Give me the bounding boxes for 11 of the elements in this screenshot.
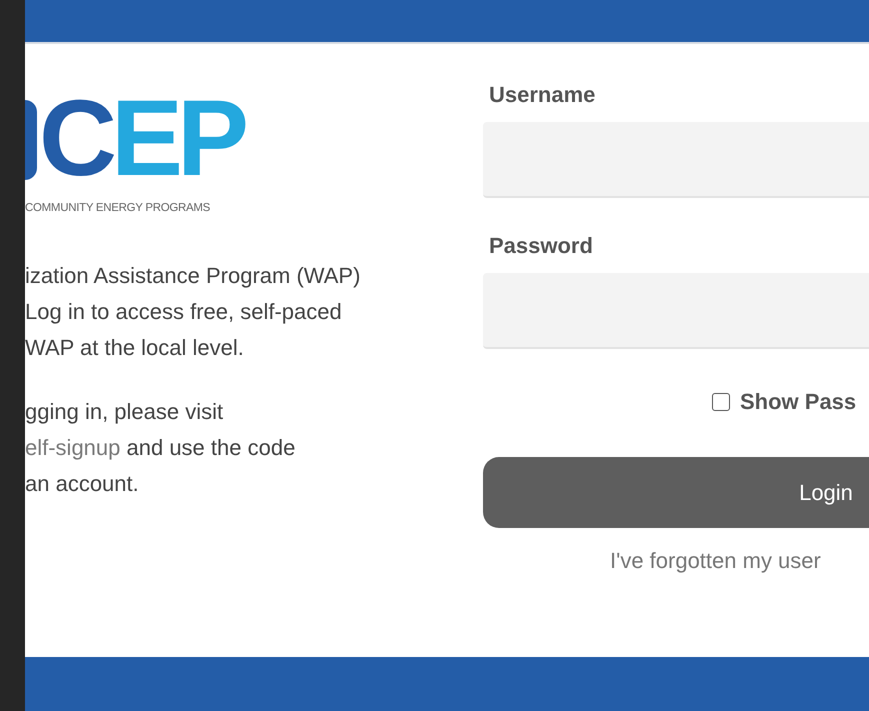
logo: CEP [25, 96, 255, 184]
intro-paragraph: ization Assistance Program (WAP) Log in to access free, self-paced WAP at the local level. [25, 262, 362, 362]
logo-tagline: COMMUNITY ENERGY PROGRAMS [25, 202, 212, 214]
signup-link[interactable]: elf-signup [25, 435, 120, 460]
checkbox[interactable] [712, 393, 730, 411]
intro-paragraph: gging in, please visit elf-signup and use the code an account. [25, 398, 296, 498]
field-label: Username [489, 82, 596, 109]
login-button[interactable]: Login [483, 457, 869, 528]
checkbox-label[interactable]: Show Pass [740, 389, 856, 415]
field-label: Password [489, 233, 594, 260]
forgot-link[interactable]: I've forgotten my user [610, 548, 821, 573]
